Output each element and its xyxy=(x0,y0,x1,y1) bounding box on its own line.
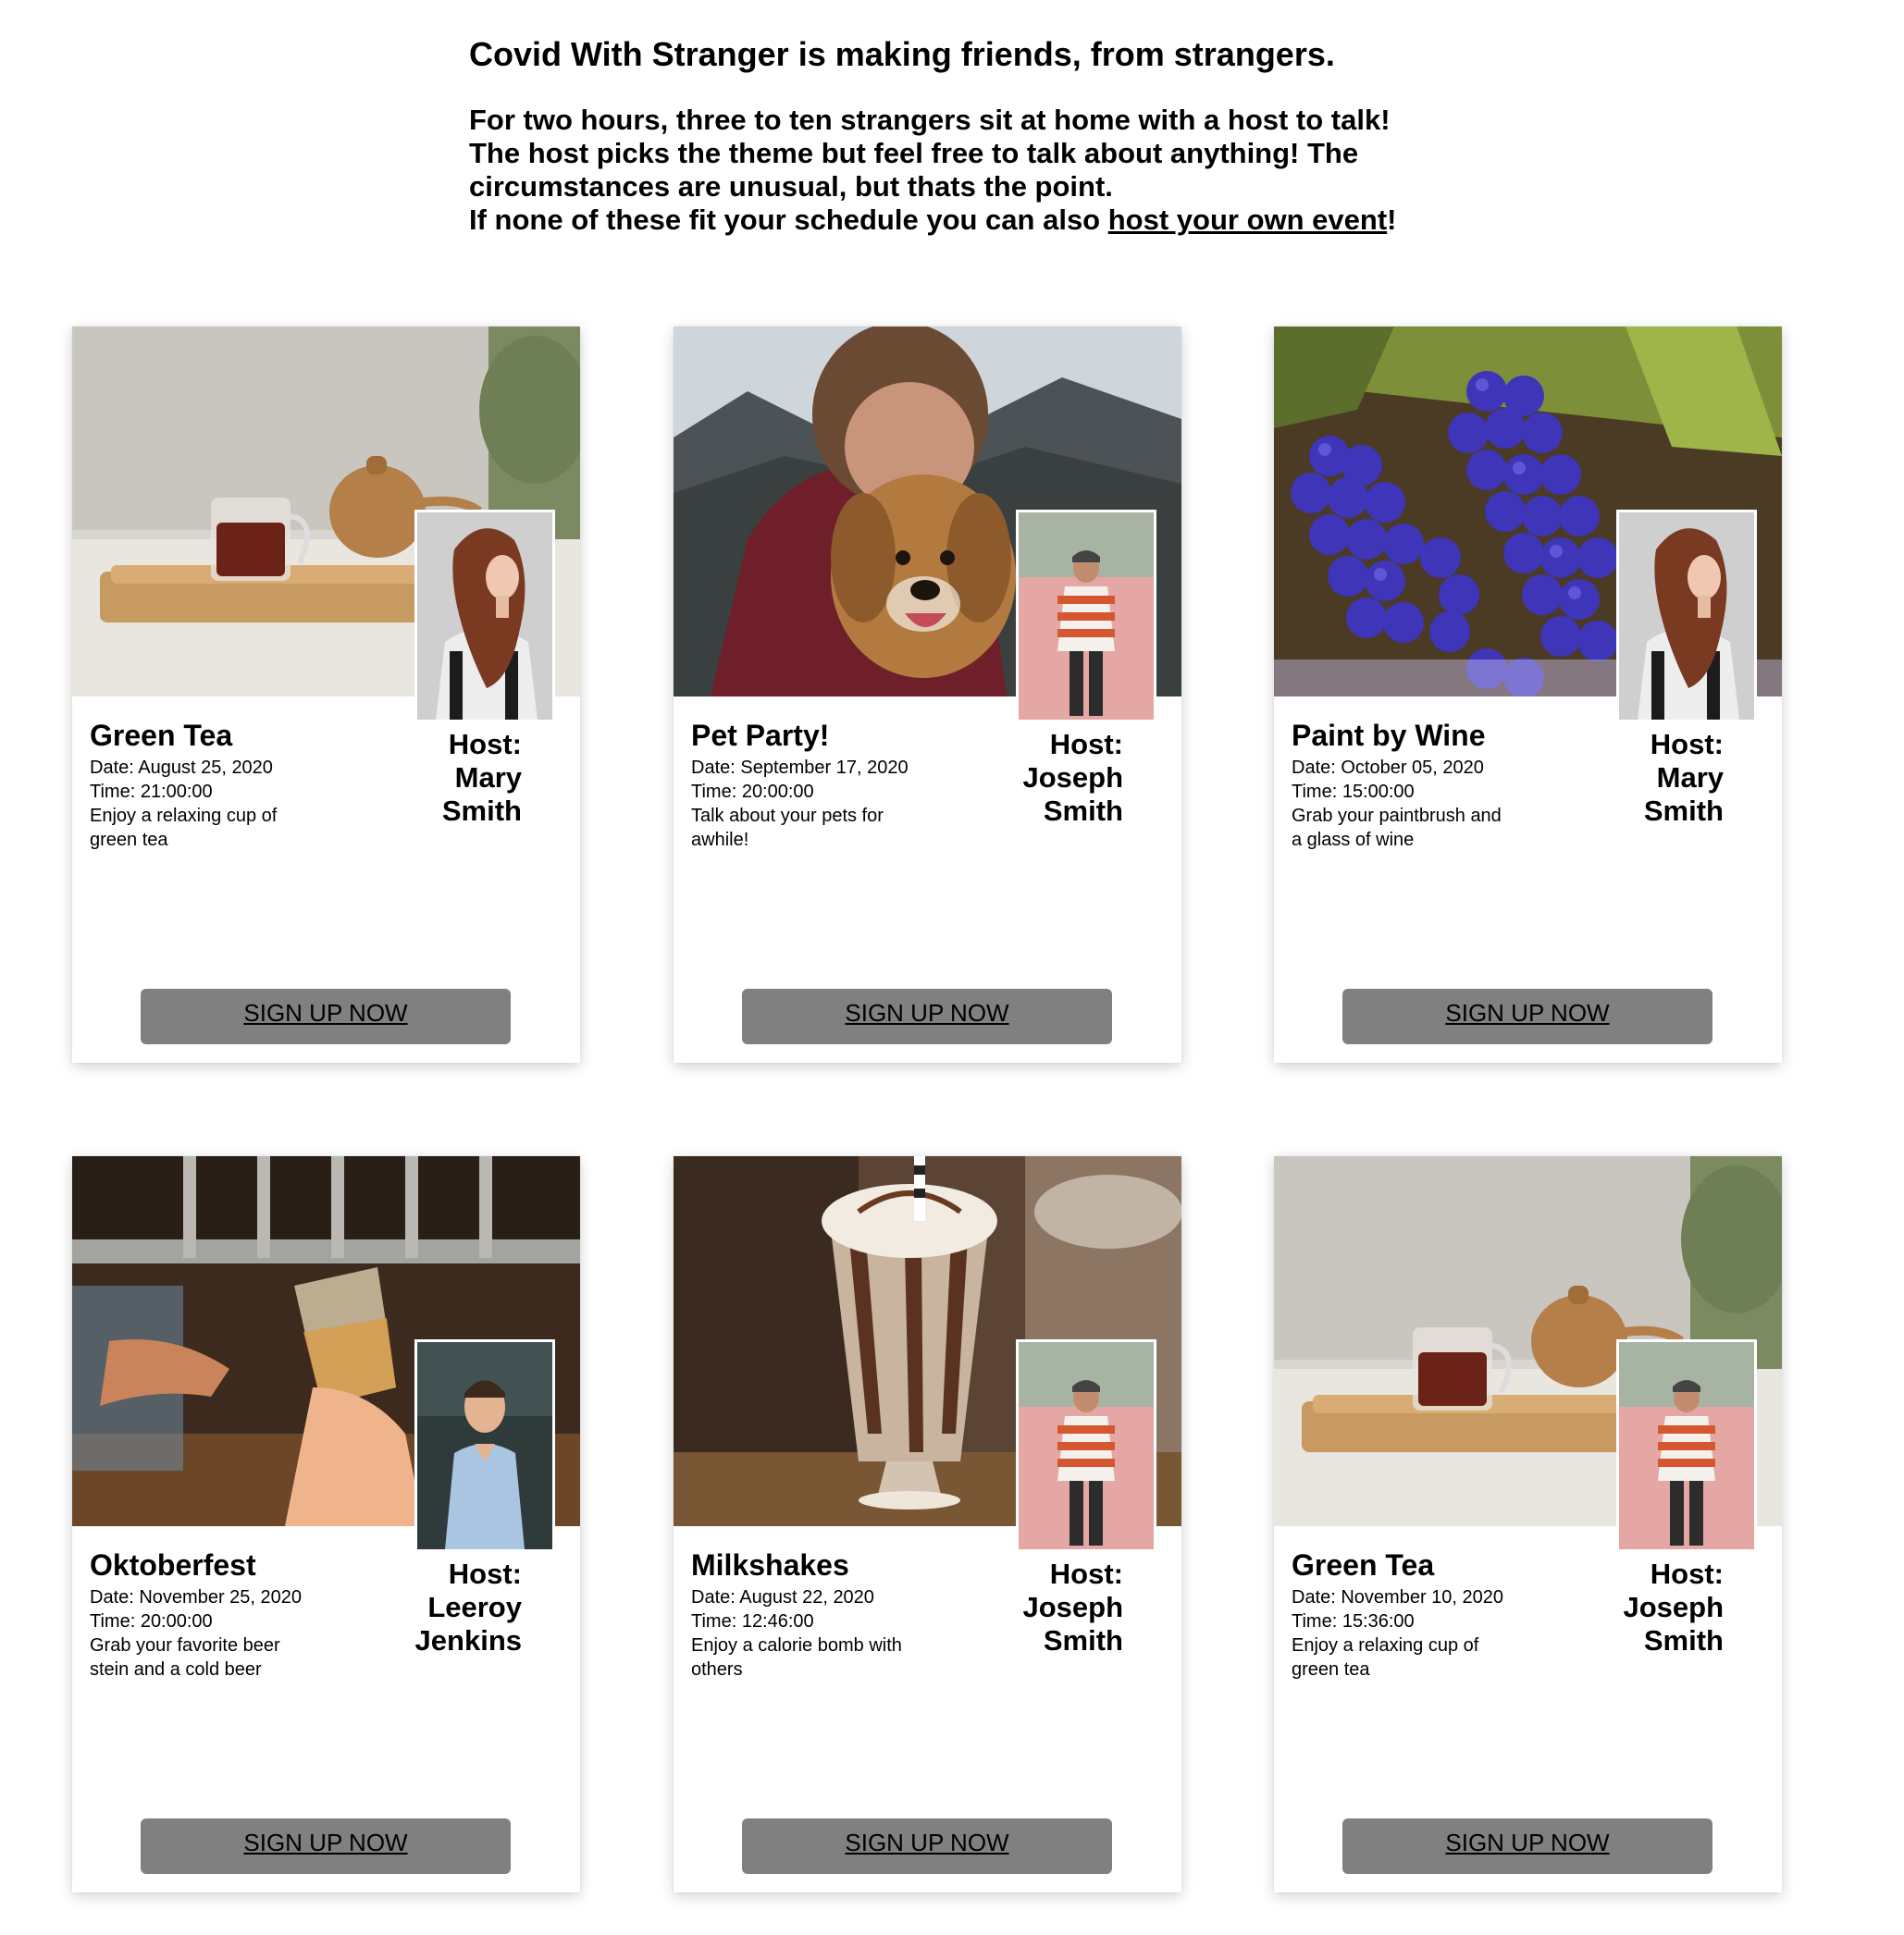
event-card: Green Tea Date: November 10, 2020 Time: … xyxy=(1274,1156,1782,1892)
event-description: Enjoy a relaxing cup of green tea xyxy=(90,806,278,850)
event-host: Host: Mary Smith xyxy=(377,728,522,828)
event-description: Enjoy a relaxing cup of green tea xyxy=(1292,1635,1479,1680)
event-time: Time: 21:00:00 xyxy=(90,782,213,802)
host-avatar xyxy=(414,510,555,722)
event-title: Pet Party! xyxy=(691,719,830,752)
event-title: Paint by Wine xyxy=(1292,719,1486,752)
sign-up-button[interactable]: SIGN UP NOW xyxy=(141,989,511,1044)
host-first-name: Mary xyxy=(1656,761,1724,794)
intro-line-3: circumstances are unusual, but thats the… xyxy=(469,170,1113,203)
event-title: Oktoberfest xyxy=(90,1548,256,1582)
host-last-name: Smith xyxy=(1643,1624,1724,1657)
event-title: Green Tea xyxy=(90,719,233,752)
host-your-own-event-link[interactable]: host your own event xyxy=(1108,203,1387,236)
event-description: Grab your favorite beer stein and a cold… xyxy=(90,1635,280,1680)
sign-up-button[interactable]: SIGN UP NOW xyxy=(742,1818,1112,1874)
event-description: Enjoy a calorie bomb with others xyxy=(691,1635,902,1680)
host-first-name: Joseph xyxy=(1022,761,1123,794)
host-avatar xyxy=(1616,1339,1757,1552)
event-time: Time: 15:00:00 xyxy=(1292,782,1415,802)
event-time: Time: 20:00:00 xyxy=(90,1611,213,1632)
host-label: Host: xyxy=(1049,728,1123,760)
event-title: Milkshakes xyxy=(691,1548,849,1582)
host-last-name: Smith xyxy=(1043,1624,1123,1657)
intro-section: Covid With Stranger is making friends, f… xyxy=(469,33,1505,237)
sign-up-button[interactable]: SIGN UP NOW xyxy=(141,1818,511,1874)
event-host: Host: Leeroy Jenkins xyxy=(377,1558,522,1658)
event-description: Grab your paintbrush and a glass of wine xyxy=(1292,806,1502,850)
event-time: Time: 12:46:00 xyxy=(691,1611,814,1632)
event-date: Date: August 25, 2020 xyxy=(90,758,273,778)
intro-line-2: The host picks the theme but feel free t… xyxy=(469,137,1359,169)
host-first-name: Joseph xyxy=(1022,1591,1123,1623)
event-info: Paint by Wine Date: October 05, 2020 Tim… xyxy=(1292,719,1514,852)
event-card: Green Tea Date: August 25, 2020 Time: 21… xyxy=(72,327,580,1063)
event-card: Paint by Wine Date: October 05, 2020 Tim… xyxy=(1274,327,1782,1063)
host-first-name: Mary xyxy=(454,761,522,794)
host-avatar xyxy=(1016,1339,1156,1552)
event-date: Date: November 25, 2020 xyxy=(90,1587,303,1608)
event-time: Time: 15:36:00 xyxy=(1292,1611,1415,1632)
host-label: Host: xyxy=(1650,1558,1724,1590)
event-description: Talk about your pets for awhile! xyxy=(691,806,884,850)
host-label: Host: xyxy=(1650,728,1724,760)
host-last-name: Smith xyxy=(441,795,522,827)
event-info: Green Tea Date: August 25, 2020 Time: 21… xyxy=(90,719,312,852)
sign-up-button[interactable]: SIGN UP NOW xyxy=(742,989,1112,1044)
event-time: Time: 20:00:00 xyxy=(691,782,814,802)
host-first-name: Joseph xyxy=(1623,1591,1724,1623)
event-info: Milkshakes Date: August 22, 2020 Time: 1… xyxy=(691,1548,913,1682)
event-host: Host: Joseph Smith xyxy=(1579,1558,1724,1658)
intro-line-4-suffix: ! xyxy=(1387,203,1397,236)
event-title: Green Tea xyxy=(1292,1548,1435,1582)
host-label: Host: xyxy=(1049,1558,1123,1590)
host-last-name: Jenkins xyxy=(414,1624,522,1657)
host-avatar xyxy=(1016,510,1156,722)
intro-description: For two hours, three to ten strangers si… xyxy=(469,104,1505,237)
sign-up-button[interactable]: SIGN UP NOW xyxy=(1342,989,1712,1044)
event-info: Oktoberfest Date: November 25, 2020 Time… xyxy=(90,1548,312,1682)
event-host: Host: Joseph Smith xyxy=(979,728,1123,828)
intro-line-4: If none of these fit your schedule you c… xyxy=(469,203,1108,236)
event-host: Host: Mary Smith xyxy=(1579,728,1724,828)
event-date: Date: August 22, 2020 xyxy=(691,1587,874,1608)
event-date: Date: October 05, 2020 xyxy=(1292,758,1484,778)
intro-line-1: For two hours, three to ten strangers si… xyxy=(469,104,1391,136)
event-date: Date: September 17, 2020 xyxy=(691,758,909,778)
host-avatar xyxy=(1616,510,1757,722)
sign-up-button[interactable]: SIGN UP NOW xyxy=(1342,1818,1712,1874)
host-first-name: Leeroy xyxy=(427,1591,522,1623)
page-title: Covid With Stranger is making friends, f… xyxy=(469,35,1335,73)
event-info: Green Tea Date: November 10, 2020 Time: … xyxy=(1292,1548,1514,1682)
host-last-name: Smith xyxy=(1043,795,1123,827)
host-avatar xyxy=(414,1339,555,1552)
event-card: Pet Party! Date: September 17, 2020 Time… xyxy=(674,327,1181,1063)
event-info: Pet Party! Date: September 17, 2020 Time… xyxy=(691,719,913,852)
event-card: Oktoberfest Date: November 25, 2020 Time… xyxy=(72,1156,580,1892)
host-label: Host: xyxy=(448,728,522,760)
host-label: Host: xyxy=(448,1558,522,1590)
host-last-name: Smith xyxy=(1643,795,1724,827)
event-date: Date: November 10, 2020 xyxy=(1292,1587,1504,1608)
event-host: Host: Joseph Smith xyxy=(979,1558,1123,1658)
event-card: Milkshakes Date: August 22, 2020 Time: 1… xyxy=(674,1156,1181,1892)
